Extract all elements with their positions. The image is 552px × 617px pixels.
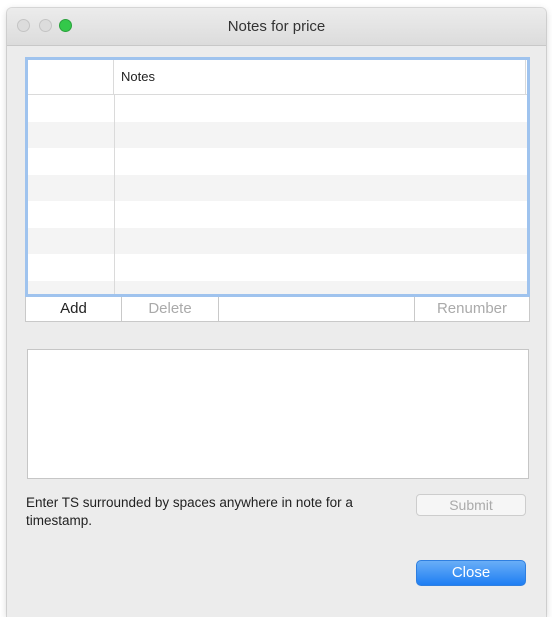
column-header-notes[interactable]: Notes	[114, 60, 526, 94]
table-row[interactable]	[28, 254, 527, 281]
renumber-button[interactable]: Renumber	[414, 297, 529, 321]
timestamp-hint: Enter TS surrounded by spaces anywhere i…	[26, 495, 353, 528]
titlebar: Notes for price	[7, 8, 546, 46]
note-textarea[interactable]	[27, 349, 529, 479]
table-row[interactable]	[28, 174, 527, 201]
column-header-number[interactable]	[28, 60, 114, 94]
table-row[interactable]	[28, 280, 527, 294]
notes-table[interactable]: Notes	[25, 57, 530, 297]
table-row[interactable]	[28, 95, 527, 122]
delete-button[interactable]: Delete	[122, 297, 219, 321]
table-row[interactable]	[28, 227, 527, 254]
table-row[interactable]	[28, 148, 527, 175]
close-button[interactable]: Close	[416, 560, 526, 586]
table-button-bar: Add Delete Renumber	[25, 297, 530, 322]
table-row[interactable]	[28, 121, 527, 148]
table-row[interactable]	[28, 201, 527, 228]
window-title: Notes for price	[227, 18, 326, 35]
add-button[interactable]: Add	[26, 297, 122, 321]
table-header: Notes	[28, 60, 527, 95]
submit-button[interactable]: Submit	[416, 494, 526, 516]
table-rows	[28, 95, 527, 294]
column-divider	[114, 95, 115, 294]
